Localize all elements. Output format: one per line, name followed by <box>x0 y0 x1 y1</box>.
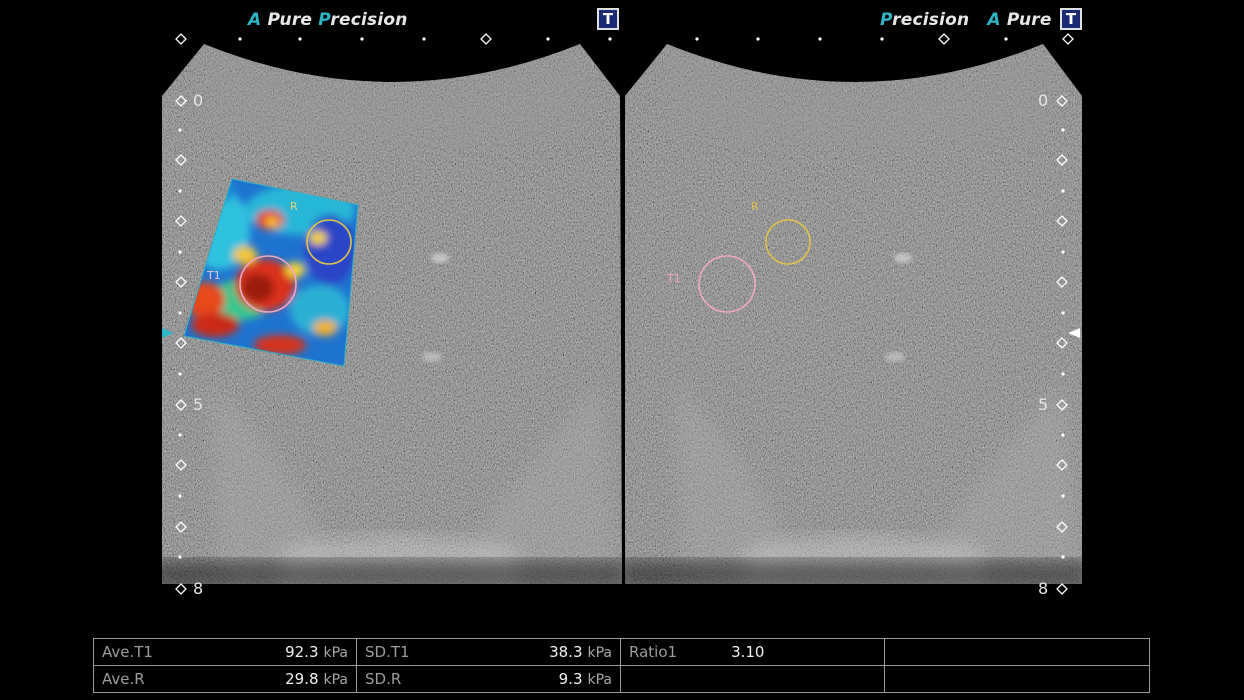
depth-label-left-5: 5 <box>193 395 204 414</box>
cell-empty-1 <box>884 638 1150 666</box>
ultrasound-screen: A Pure Precision Precision A Pure T T 0 … <box>0 0 1244 700</box>
cell-empty-3 <box>884 665 1150 693</box>
mode-title-right-p: P <box>880 10 893 30</box>
ratio1-value: 3.10 <box>731 643 765 661</box>
ave-r-label: Ave.R <box>102 670 145 688</box>
ave-r-unit: kPa <box>323 672 349 688</box>
top-scale-dots <box>238 37 1008 41</box>
ave-t1-unit: kPa <box>323 645 349 661</box>
sd-t1-value: 38.3 <box>549 643 583 661</box>
depth-label-right-0: 0 <box>1038 91 1049 110</box>
mode-title-right-recision: recision <box>892 10 970 30</box>
depth-label-left-8: 8 <box>193 579 204 598</box>
cell-ave-t1: Ave.T1 92.3 kPa <box>93 638 357 666</box>
measurement-table: Ave.T1 92.3 kPa SD.T1 38.3 kPa Ratio1 3.10… <box>93 638 1150 693</box>
roi-label-t1-left: T1 <box>207 269 221 282</box>
ave-t1-label: Ave.T1 <box>102 643 153 661</box>
t-badge-icon[interactable]: T <box>1060 8 1082 30</box>
sd-t1-unit: kPa <box>587 645 613 661</box>
roi-label-t1-right: T1 <box>667 272 681 285</box>
roi-label-r-left: R <box>290 200 298 213</box>
dual-ultrasound-view <box>162 33 1082 595</box>
depth-label-right-8: 8 <box>1038 579 1049 598</box>
cell-sd-r: SD.R 9.3 kPa <box>356 665 621 693</box>
ave-t1-value: 92.3 <box>285 643 319 661</box>
mode-title-right: Precision A Pure <box>880 10 1052 30</box>
mode-title-left-pure: Pure <box>267 10 313 30</box>
cell-ave-r: Ave.R 29.8 kPa <box>93 665 357 693</box>
measurement-row-t1: Ave.T1 92.3 kPa SD.T1 38.3 kPa Ratio1 3.10 <box>93 638 1150 666</box>
mode-title-left-a: A <box>248 10 262 30</box>
sd-r-value: 9.3 <box>558 670 583 688</box>
ratio1-label: Ratio1 <box>629 643 678 661</box>
mode-title-right-a: A <box>987 10 1001 30</box>
sd-r-label: SD.R <box>365 670 402 688</box>
depth-label-right-5: 5 <box>1038 395 1049 414</box>
sd-t1-label: SD.T1 <box>365 643 410 661</box>
top-diamond-markers <box>175 33 1074 45</box>
right-bmode-image <box>625 44 1082 584</box>
cell-empty-2 <box>620 665 885 693</box>
cell-ratio1: Ratio1 3.10 <box>620 638 885 666</box>
mode-title-left: A Pure Precision <box>248 10 408 30</box>
roi-label-r-right: R <box>751 200 759 213</box>
cell-sd-t1: SD.T1 38.3 kPa <box>356 638 621 666</box>
sd-r-unit: kPa <box>587 672 613 688</box>
mode-title-left-recision: recision <box>330 10 408 30</box>
measurement-row-r: Ave.R 29.8 kPa SD.R 9.3 kPa <box>93 665 1150 693</box>
mode-title-right-pure: Pure <box>1006 10 1052 30</box>
t-badge-icon[interactable]: T <box>597 8 619 30</box>
mode-title-left-p: P <box>318 10 331 30</box>
ave-r-value: 29.8 <box>285 670 319 688</box>
depth-label-left-0: 0 <box>193 91 204 110</box>
